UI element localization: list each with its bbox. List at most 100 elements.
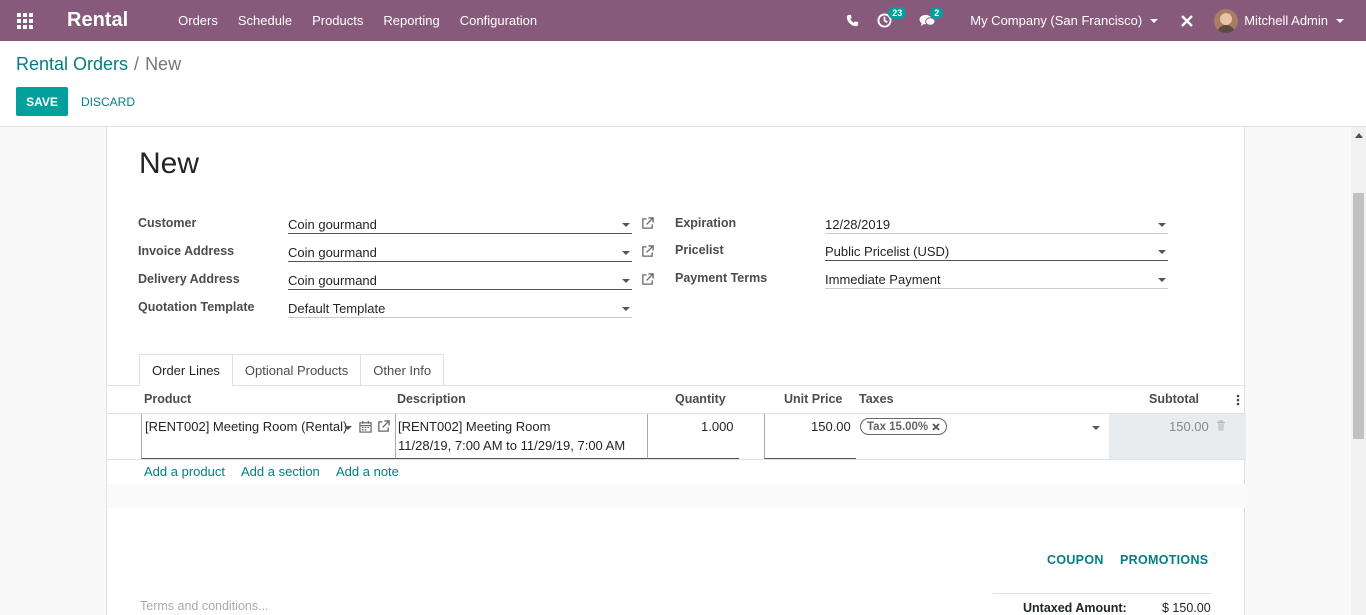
description-line-2: 11/28/19, 7:00 AM to 11/29/19, 7:00 AM xyxy=(398,438,626,453)
external-link-icon[interactable] xyxy=(641,273,654,286)
column-options-icon[interactable] xyxy=(1236,394,1240,406)
chevron-down-icon[interactable] xyxy=(1092,426,1100,430)
activities-clock-icon[interactable]: 23 xyxy=(868,0,910,41)
chevron-down-icon[interactable] xyxy=(344,426,352,430)
promotions-button[interactable]: PROMOTIONS xyxy=(1120,553,1208,567)
messages-chat-icon[interactable]: 2 xyxy=(910,0,954,41)
menu-schedule[interactable]: Schedule xyxy=(228,0,302,41)
form-sheet: New Customer Coin gourmand Invoice Addre… xyxy=(106,127,1246,615)
tab-optional-products[interactable]: Optional Products xyxy=(231,354,362,385)
column-subtotal[interactable]: Subtotal xyxy=(1149,392,1199,406)
breadcrumb-separator: / xyxy=(134,54,140,74)
quantity-value: 1.000 xyxy=(701,419,734,434)
top-navbar: Rental Orders Schedule Products Reportin… xyxy=(0,0,1366,41)
external-link-icon[interactable] xyxy=(641,217,654,230)
user-name: Mitchell Admin xyxy=(1244,13,1328,28)
apps-menu-icon[interactable] xyxy=(0,0,50,41)
calendar-icon[interactable] xyxy=(359,420,372,433)
chevron-down-icon xyxy=(1150,18,1159,23)
external-link-icon[interactable] xyxy=(641,245,654,258)
control-panel: Rental Orders / New SAVE DISCARD xyxy=(0,41,1366,127)
untaxed-amount-label: Untaxed Amount: xyxy=(1023,601,1127,615)
unit-price-value: 150.00 xyxy=(811,419,851,434)
scrollbar-thumb[interactable] xyxy=(1353,193,1364,439)
chevron-down-icon[interactable] xyxy=(622,223,630,227)
external-link-icon[interactable] xyxy=(377,420,390,433)
remove-tag-icon[interactable] xyxy=(932,422,940,431)
quotation-template-value: Default Template xyxy=(288,301,386,316)
row-divider xyxy=(107,459,1246,460)
expiration-label: Expiration xyxy=(675,216,737,230)
expiration-field[interactable]: 12/28/2019 xyxy=(825,214,1168,234)
chevron-down-icon[interactable] xyxy=(622,251,630,255)
tax-tag-label: Tax 15.00% xyxy=(867,420,929,433)
untaxed-amount-value: $ 150.00 xyxy=(1162,601,1211,615)
tab-other-info[interactable]: Other Info xyxy=(360,354,445,385)
payment-terms-label: Payment Terms xyxy=(675,271,768,285)
phone-icon[interactable] xyxy=(837,0,868,41)
payment-terms-field[interactable]: Immediate Payment xyxy=(825,269,1168,289)
delivery-address-label: Delivery Address xyxy=(138,272,240,286)
tab-order-lines[interactable]: Order Lines xyxy=(139,354,233,386)
chevron-down-icon xyxy=(1336,18,1344,23)
column-product[interactable]: Product xyxy=(144,392,191,406)
invoice-address-field[interactable]: Coin gourmand xyxy=(288,242,632,262)
breadcrumb: Rental Orders / New xyxy=(16,54,181,75)
customer-field[interactable]: Coin gourmand xyxy=(288,214,632,234)
tax-tag[interactable]: Tax 15.00% xyxy=(860,418,948,435)
column-description[interactable]: Description xyxy=(397,392,466,406)
close-icon[interactable] xyxy=(1172,0,1202,41)
user-menu[interactable]: Mitchell Admin xyxy=(1244,13,1344,28)
terms-input[interactable]: Terms and conditions... xyxy=(140,599,269,613)
payment-terms-value: Immediate Payment xyxy=(825,272,941,287)
menu-reporting[interactable]: Reporting xyxy=(373,0,449,41)
breadcrumb-rental-orders[interactable]: Rental Orders xyxy=(16,54,128,74)
messages-count-badge: 2 xyxy=(930,7,944,19)
description-line-1: [RENT002] Meeting Room xyxy=(398,419,551,434)
customer-value: Coin gourmand xyxy=(288,217,377,232)
company-switcher[interactable]: My Company (San Francisco) xyxy=(954,13,1172,28)
column-taxes[interactable]: Taxes xyxy=(859,392,894,406)
app-brand[interactable]: Rental xyxy=(67,9,128,32)
subtotal-value: 150.00 xyxy=(1169,419,1209,434)
scroll-up-arrow-icon[interactable] xyxy=(1355,133,1363,138)
quotation-template-field[interactable]: Default Template xyxy=(288,298,632,318)
trash-icon[interactable] xyxy=(1216,420,1226,432)
coupon-button[interactable]: COUPON xyxy=(1047,553,1104,567)
tabs-divider xyxy=(107,385,1246,386)
pricelist-field[interactable]: Public Pricelist (USD) xyxy=(825,241,1168,261)
delivery-address-field[interactable]: Coin gourmand xyxy=(288,270,632,290)
add-section-link[interactable]: Add a section xyxy=(241,464,320,479)
menu-configuration[interactable]: Configuration xyxy=(450,0,547,41)
chevron-down-icon[interactable] xyxy=(622,279,630,283)
customer-label: Customer xyxy=(138,216,197,230)
save-button[interactable]: SAVE xyxy=(16,87,68,116)
notebook-tabs: Order Lines Optional Products Other Info xyxy=(139,354,445,386)
avatar[interactable] xyxy=(1214,8,1239,33)
invoice-address-value: Coin gourmand xyxy=(288,245,377,260)
pricelist-value: Public Pricelist (USD) xyxy=(825,244,950,259)
company-name: My Company (San Francisco) xyxy=(970,13,1143,28)
column-quantity[interactable]: Quantity xyxy=(675,392,726,406)
discard-button[interactable]: DISCARD xyxy=(81,87,135,116)
menu-orders[interactable]: Orders xyxy=(168,0,228,41)
page-title: New xyxy=(139,147,200,180)
breadcrumb-current: New xyxy=(145,54,182,74)
table-footer-band xyxy=(107,484,1246,508)
add-product-link[interactable]: Add a product xyxy=(144,464,225,479)
page-scrollbar[interactable] xyxy=(1351,127,1366,615)
pricelist-label: Pricelist xyxy=(675,243,724,257)
chevron-down-icon[interactable] xyxy=(1158,278,1166,282)
product-value: [RENT002] Meeting Room (Rental) xyxy=(145,419,348,434)
chevron-down-icon[interactable] xyxy=(1158,250,1166,254)
chevron-down-icon[interactable] xyxy=(1158,223,1166,227)
totals-divider xyxy=(993,593,1211,594)
menu-products[interactable]: Products xyxy=(302,0,373,41)
add-note-link[interactable]: Add a note xyxy=(336,464,399,479)
activities-count-badge: 23 xyxy=(888,7,907,19)
delivery-address-value: Coin gourmand xyxy=(288,273,377,288)
chevron-down-icon[interactable] xyxy=(622,307,630,311)
column-unit-price[interactable]: Unit Price xyxy=(784,392,842,406)
invoice-address-label: Invoice Address xyxy=(138,244,235,258)
quotation-template-label: Quotation Template xyxy=(138,300,255,314)
